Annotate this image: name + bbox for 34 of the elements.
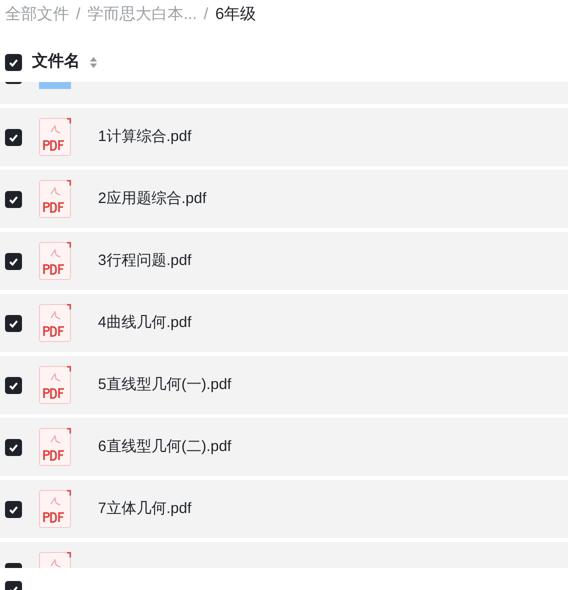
checkbox[interactable] [5, 190, 22, 208]
pdf-file-icon [39, 180, 71, 218]
pdf-file-icon [39, 428, 71, 466]
checkbox[interactable] [5, 500, 22, 518]
pdf-file-icon [39, 242, 71, 280]
file-row[interactable]: 7立体几何.pdf [0, 480, 568, 538]
file-name: 4曲线几何.pdf [98, 312, 192, 333]
checkbox[interactable] [5, 252, 22, 270]
checkbox[interactable] [5, 438, 22, 456]
checkbox[interactable] [5, 314, 22, 332]
file-name: 5直线型几何(一).pdf [98, 374, 232, 395]
column-header[interactable]: 文件名 [32, 50, 80, 74]
separator: / [204, 5, 208, 25]
checkbox[interactable] [5, 54, 22, 70]
file-row[interactable]: 4曲线几何.pdf [0, 294, 568, 352]
file-name: 7立体几何.pdf [98, 498, 192, 519]
file-row[interactable]: 5直线型几何(一).pdf [0, 356, 568, 414]
pdf-file-icon [39, 490, 71, 528]
file-row[interactable]: 2应用题综合.pdf [0, 170, 568, 228]
sort-icon[interactable] [90, 56, 97, 68]
file-name: 6直线型几何(二).pdf [98, 436, 232, 457]
pdf-file-icon [39, 118, 71, 156]
file-row[interactable]: 3行程问题.pdf [0, 232, 568, 290]
file-name: 3行程问题.pdf [98, 250, 192, 271]
breadcrumb-item[interactable]: 6年级 [215, 3, 256, 27]
file-name: 2应用题综合.pdf [98, 188, 206, 209]
file-name: 1计算综合.pdf [98, 126, 192, 147]
pdf-file-icon [39, 366, 71, 404]
checkbox[interactable] [5, 128, 22, 146]
file-row[interactable]: 1计算综合.pdf [0, 108, 568, 166]
checkbox[interactable] [5, 376, 22, 394]
pdf-file-icon [39, 304, 71, 342]
separator: / [76, 5, 80, 25]
file-row[interactable]: 6直线型几何(二).pdf [0, 418, 568, 476]
